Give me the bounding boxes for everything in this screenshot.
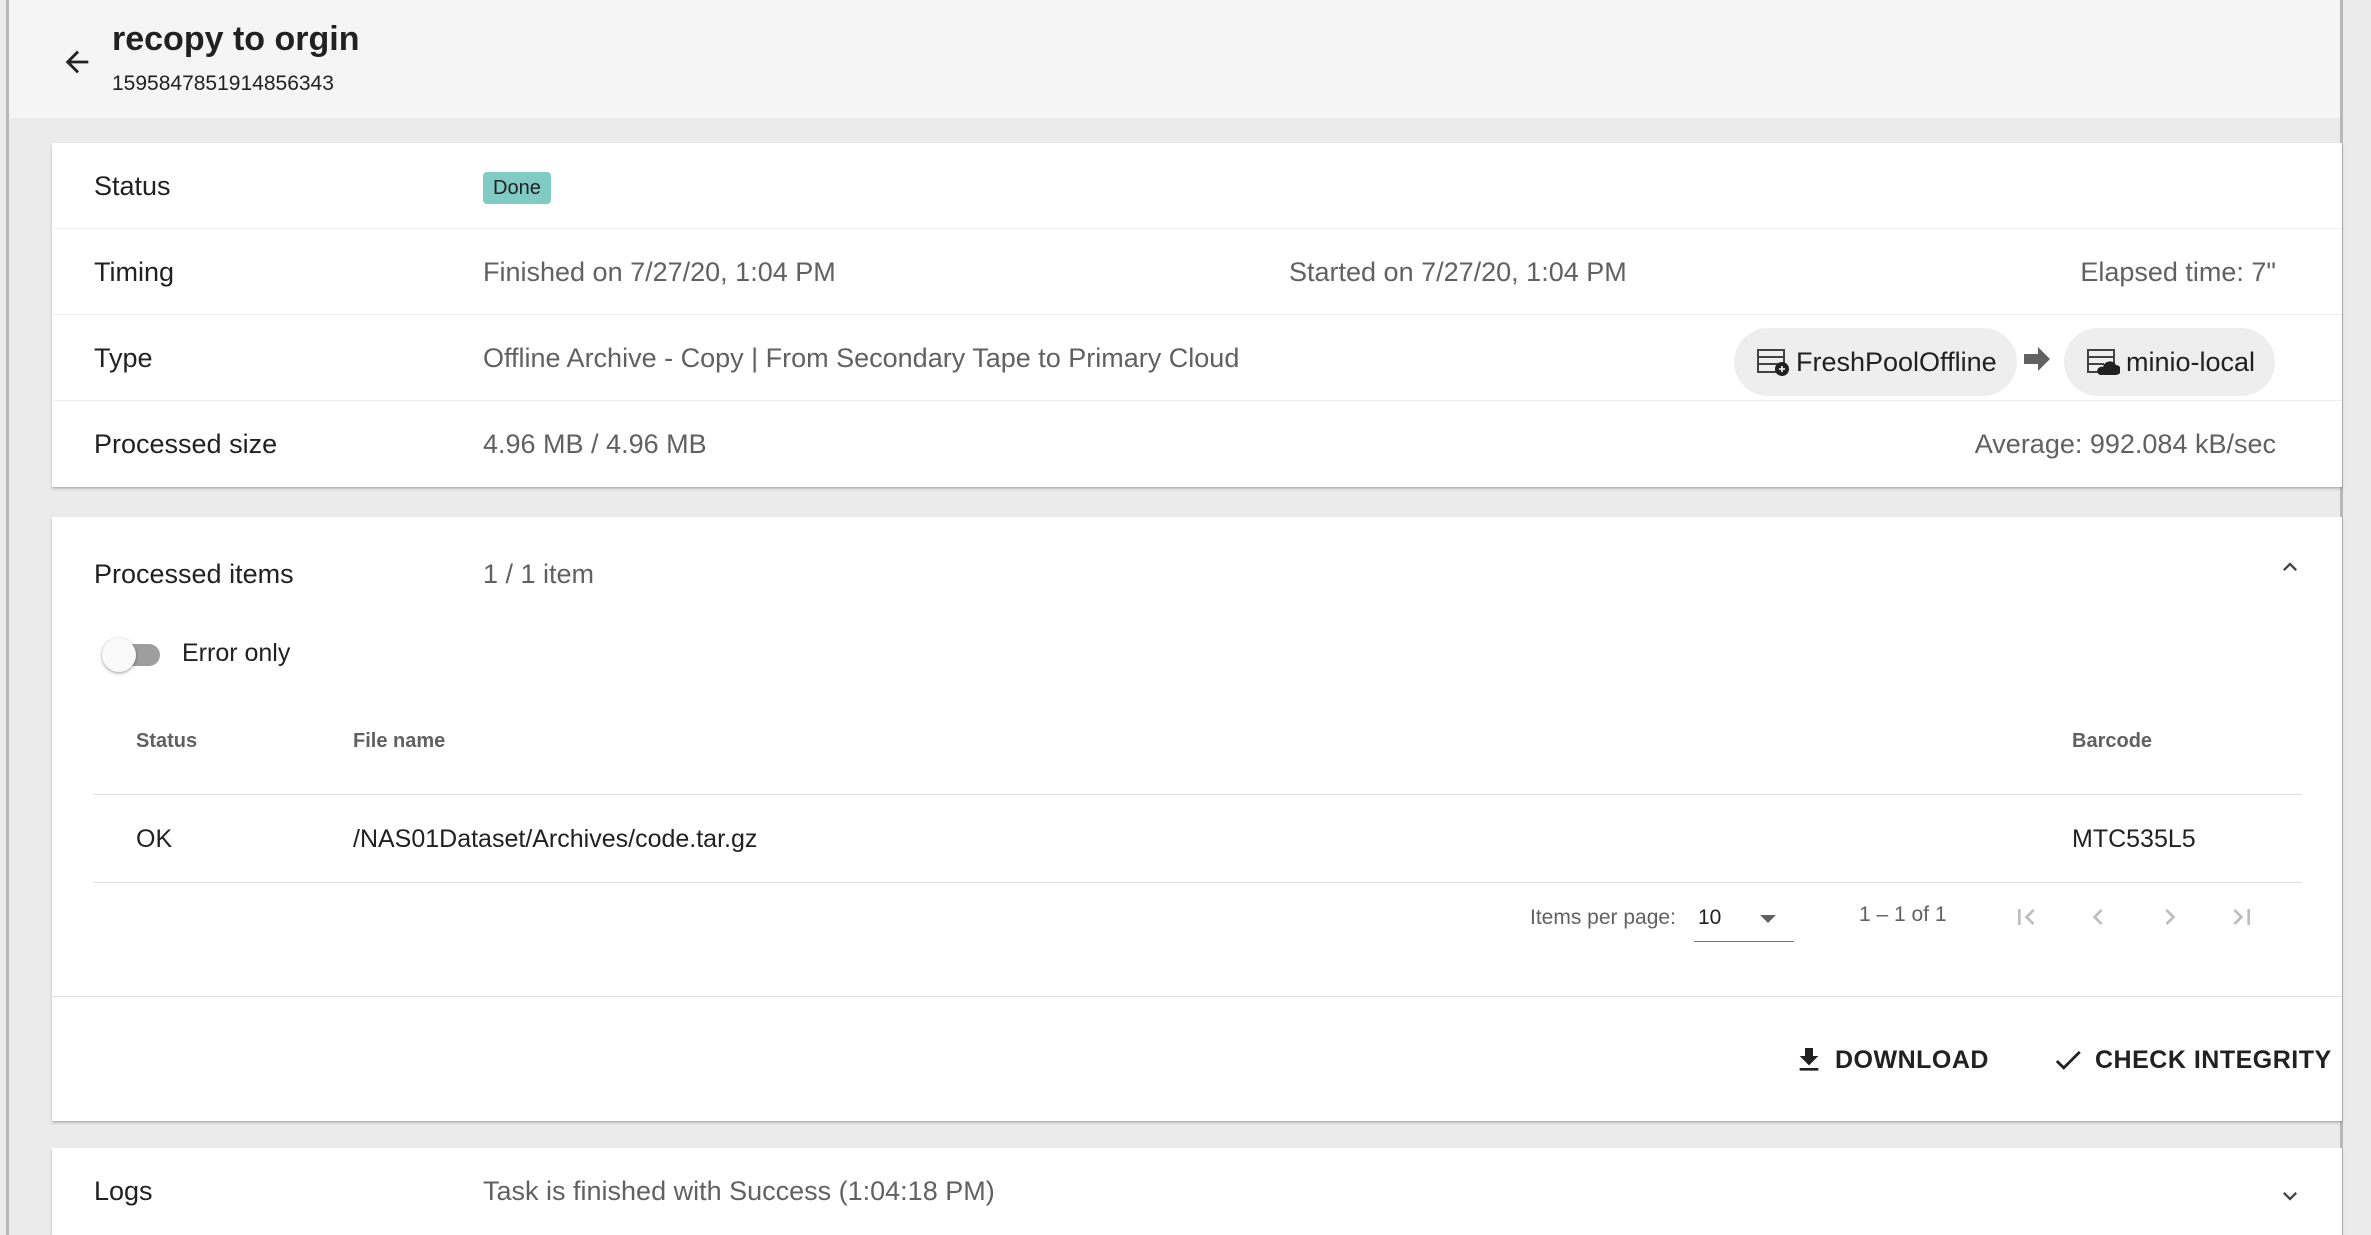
row-status: OK xyxy=(136,825,173,853)
chevron-up-icon[interactable] xyxy=(2276,553,2304,581)
destination-pool-name: minio-local xyxy=(2126,346,2256,377)
items-per-page-value: 10 xyxy=(1698,906,1722,929)
back-button[interactable] xyxy=(49,34,105,90)
table-row[interactable]: OK /NAS01Dataset/Archives/code.tar.gz MT… xyxy=(94,795,2302,883)
status-badge: Done xyxy=(483,172,551,204)
logs-label: Logs xyxy=(94,1176,153,1206)
processed-items-label: Processed items xyxy=(94,559,294,589)
first-page-icon xyxy=(2018,909,2035,925)
error-only-toggle[interactable] xyxy=(102,638,160,672)
dropdown-caret-icon xyxy=(1760,915,1776,923)
source-pool-chip[interactable]: FreshPoolOffline xyxy=(1734,328,2017,396)
error-only-label: Error only xyxy=(182,639,291,667)
download-label: DOWNLOAD xyxy=(1835,1045,1989,1074)
chevron-right-icon xyxy=(2165,909,2176,925)
processed-size-row: Processed size 4.96 MB / 4.96 MB Average… xyxy=(52,401,2342,487)
timing-label: Timing xyxy=(94,257,175,287)
card-actions: DOWNLOAD CHECK INTEGRITY xyxy=(52,996,2342,1121)
status-row: Status Done xyxy=(52,143,2342,229)
type-label: Type xyxy=(94,343,153,373)
summary-card: Status Done Timing Finished on 7/27/20, … xyxy=(52,143,2342,487)
chevron-down-icon[interactable] xyxy=(2276,1182,2304,1210)
finished-time: Finished on 7/27/20, 1:04 PM xyxy=(483,257,836,287)
started-time: Started on 7/27/20, 1:04 PM xyxy=(1289,257,1627,287)
column-file-name[interactable]: File name xyxy=(353,687,445,795)
tape-pool-icon xyxy=(1756,347,1790,377)
app-frame: recopy to orgin 1595847851914856343 Stat… xyxy=(6,0,2343,1235)
check-integrity-button[interactable]: CHECK INTEGRITY xyxy=(2051,1035,2332,1085)
timing-row: Timing Finished on 7/27/20, 1:04 PM Star… xyxy=(52,229,2342,315)
page-header: recopy to orgin 1595847851914856343 xyxy=(9,0,2340,118)
items-per-page-select[interactable]: 10 xyxy=(1694,892,1794,942)
previous-page-button[interactable] xyxy=(2070,889,2126,945)
page-title: recopy to orgin xyxy=(112,20,360,58)
chevron-left-icon xyxy=(2092,909,2103,925)
check-icon xyxy=(2051,1043,2085,1077)
check-integrity-label: CHECK INTEGRITY xyxy=(2095,1045,2332,1074)
source-pool-name: FreshPoolOffline xyxy=(1796,346,1997,377)
arrow-left-icon xyxy=(65,50,89,74)
items-per-page-label: Items per page: xyxy=(1530,906,1676,929)
first-page-button[interactable] xyxy=(1998,889,2054,945)
average-speed: Average: 992.084 kB/sec xyxy=(1974,429,2276,459)
column-barcode[interactable]: Barcode xyxy=(2072,687,2152,795)
download-icon xyxy=(1793,1044,1825,1076)
destination-pool-chip[interactable]: minio-local xyxy=(2064,328,2276,396)
toggle-thumb xyxy=(102,638,136,672)
table-header: Status File name Barcode xyxy=(94,687,2302,795)
logs-summary: Task is finished with Success (1:04:18 P… xyxy=(483,1176,995,1206)
cloud-pool-icon xyxy=(2086,347,2120,377)
page-range: 1 – 1 of 1 xyxy=(1859,903,1947,926)
logs-card[interactable]: Logs Task is finished with Success (1:04… xyxy=(52,1148,2342,1235)
task-id: 1595847851914856343 xyxy=(112,72,334,95)
processed-items-card: Processed items 1 / 1 item Error only St… xyxy=(52,517,2342,1121)
column-status[interactable]: Status xyxy=(136,687,197,795)
type-row: Type Offline Archive - Copy | From Secon… xyxy=(52,315,2342,401)
status-label: Status xyxy=(94,171,171,201)
processed-size-value: 4.96 MB / 4.96 MB xyxy=(483,429,707,459)
row-barcode: MTC535L5 xyxy=(2072,825,2196,853)
elapsed-time: Elapsed time: 7" xyxy=(2080,257,2276,287)
download-button[interactable]: DOWNLOAD xyxy=(1793,1035,1989,1085)
row-file-name: /NAS01Dataset/Archives/code.tar.gz xyxy=(353,825,758,853)
processed-items-count: 1 / 1 item xyxy=(483,559,595,589)
arrow-right-icon xyxy=(2022,345,2052,373)
processed-size-label: Processed size xyxy=(94,429,278,459)
last-page-icon xyxy=(2233,909,2250,925)
next-page-button[interactable] xyxy=(2142,889,2198,945)
last-page-button[interactable] xyxy=(2214,889,2270,945)
type-value: Offline Archive - Copy | From Secondary … xyxy=(483,343,1240,373)
